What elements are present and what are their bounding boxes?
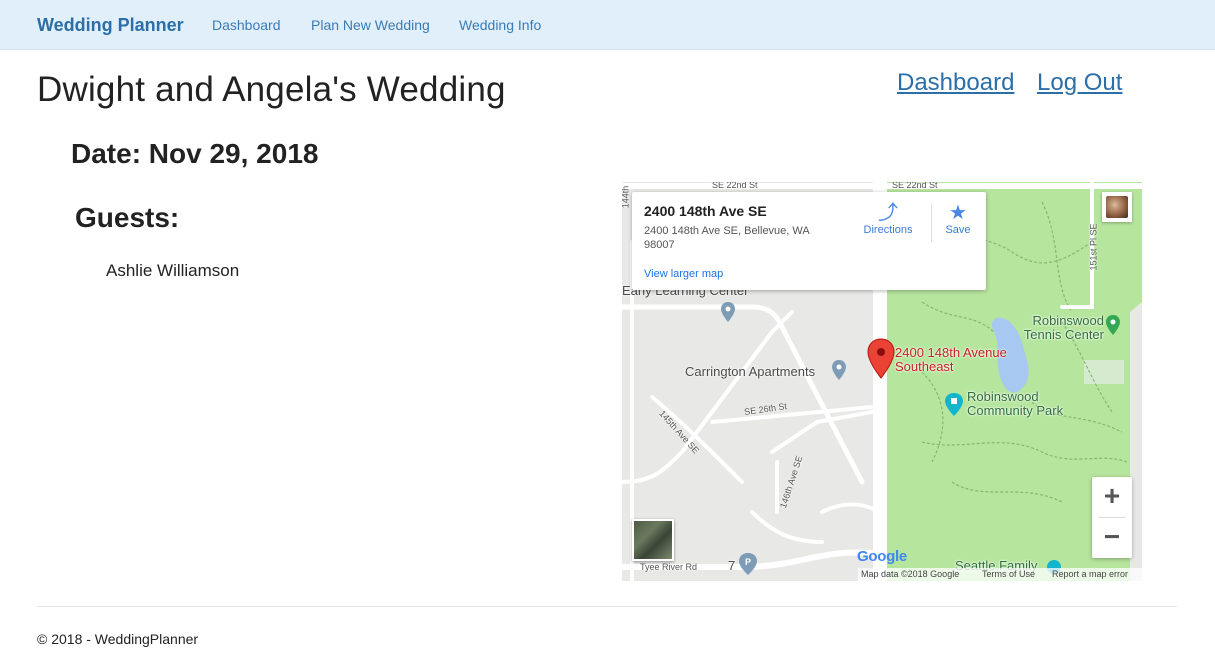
satellite-toggle-button[interactable]: [632, 519, 674, 561]
report-map-error-link[interactable]: Report a map error: [1052, 569, 1128, 579]
directions-button[interactable]: ⤴ Directions: [860, 202, 916, 236]
guests-heading: Guests:: [75, 202, 180, 233]
plus-icon: +: [1103, 480, 1121, 511]
nav-link-plan-new-wedding[interactable]: Plan New Wedding: [311, 17, 430, 33]
footer-copyright: © 2018 - WeddingPlanner: [37, 631, 199, 647]
google-logo: Google: [857, 548, 907, 565]
zoom-control: + −: [1092, 477, 1132, 558]
place-label-carrington: Carrington Apartments: [685, 364, 816, 379]
embedded-map[interactable]: P Early Learning Center Carrington Apart…: [622, 182, 1142, 581]
logout-link[interactable]: Log Out: [1037, 69, 1122, 97]
wedding-date: Date: Nov 29, 2018: [71, 138, 319, 169]
terms-of-use-link[interactable]: Terms of Use: [982, 569, 1035, 579]
footer-divider: [37, 606, 1177, 607]
directions-label: Directions: [863, 224, 913, 236]
marker-address-label: 2400 148th Avenue Southeast: [895, 345, 1007, 374]
minus-icon: −: [1103, 521, 1121, 552]
street-label-se22-left: SE 22nd St: [712, 182, 758, 190]
map-attribution-bar: Map data ©2018 Google Terms of Use Repor…: [858, 568, 1142, 581]
street-label-tyee: Tyee River Rd: [640, 562, 698, 572]
avatar: [1106, 196, 1128, 218]
save-label: Save: [945, 224, 971, 236]
zoom-out-button[interactable]: −: [1092, 518, 1132, 558]
card-address: 2400 148th Ave SE, Bellevue, WA 98007: [644, 225, 810, 251]
zoom-in-button[interactable]: +: [1092, 477, 1132, 517]
brand-link[interactable]: Wedding Planner: [37, 15, 184, 36]
street-label-144th: 144th: [622, 185, 631, 209]
map-data-text: Map data ©2018 Google: [861, 569, 960, 579]
star-icon: ★: [949, 202, 967, 224]
top-navbar: Wedding Planner Dashboard Plan New Weddi…: [0, 0, 1215, 50]
directions-icon: ⤴: [878, 202, 898, 224]
nav-link-dashboard[interactable]: Dashboard: [212, 17, 281, 33]
map-info-card: 2400 148th Ave SE 2400 148th Ave SE, Bel…: [632, 192, 986, 290]
parking-number-label: 7: [728, 558, 736, 573]
place-label-park: Robinswood Community Park: [967, 389, 1064, 418]
view-larger-map-link[interactable]: View larger map: [644, 268, 723, 280]
nav-link-wedding-info[interactable]: Wedding Info: [459, 17, 541, 33]
guest-list-item: Ashlie Williamson: [106, 261, 240, 280]
card-title: 2400 148th Ave SE: [644, 203, 767, 219]
save-button[interactable]: ★ Save: [942, 202, 974, 236]
card-divider: [931, 204, 932, 242]
map-account-button[interactable]: [1102, 192, 1132, 222]
svg-text:P: P: [745, 557, 751, 567]
street-label-se22-right: SE 22nd St: [892, 182, 938, 190]
place-label-tennis: Robinswood Tennis Center: [1023, 313, 1104, 342]
street-label-151st: 151st Pl SE: [1088, 223, 1099, 271]
dashboard-link[interactable]: Dashboard: [897, 69, 1014, 97]
page-title: Dwight and Angela's Wedding: [37, 70, 506, 109]
